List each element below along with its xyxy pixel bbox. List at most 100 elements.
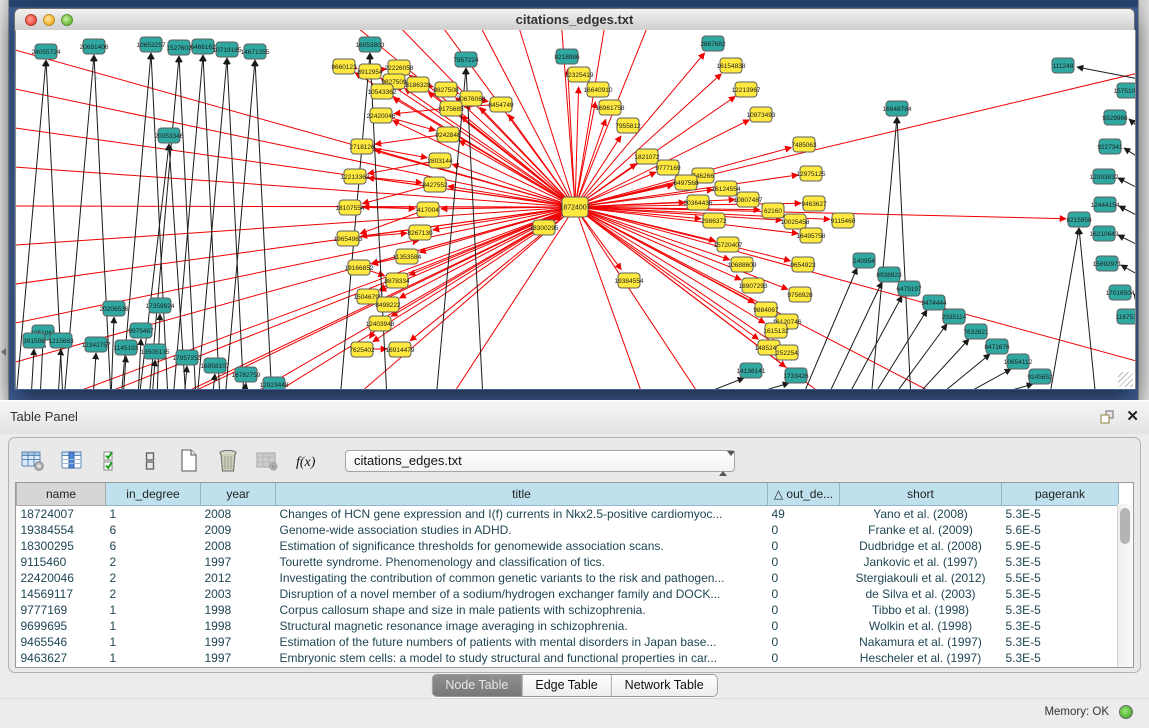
table-cell[interactable]: 2: [106, 586, 201, 602]
network-window-titlebar[interactable]: citations_edges.txt: [14, 8, 1135, 32]
table-cell[interactable]: 1: [106, 602, 201, 618]
graph-node[interactable]: 16961758: [596, 100, 625, 115]
graph-node[interactable]: 8660123: [331, 59, 357, 74]
table-cell[interactable]: 5.3E-5: [1002, 634, 1119, 650]
graph-node[interactable]: 1527602: [166, 40, 192, 55]
graph-node[interactable]: 12093832: [1090, 169, 1119, 184]
table-cell[interactable]: 9777169: [17, 602, 106, 618]
table-cell[interactable]: 0: [768, 618, 840, 634]
table-row[interactable]: 946554611997Estimation of the future num…: [17, 634, 1119, 650]
table-scrollbar[interactable]: [1117, 504, 1133, 667]
graph-node[interactable]: 8878334: [384, 273, 410, 288]
delete-table-icon[interactable]: [253, 447, 281, 475]
table-cell[interactable]: 2009: [201, 522, 276, 538]
table-cell[interactable]: Jankovic et al. (1997): [840, 554, 1002, 570]
table-cell[interactable]: 9699695: [17, 618, 106, 634]
graph-node[interactable]: 12444154: [1091, 197, 1120, 212]
graph-node[interactable]: 9245652: [1027, 369, 1053, 384]
resize-grip[interactable]: [1118, 372, 1133, 387]
table-select-dropdown[interactable]: citations_edges.txt: [345, 450, 735, 472]
table-cell[interactable]: 9463627: [17, 650, 106, 666]
graph-node[interactable]: 11353584: [393, 249, 422, 264]
row-check-icon[interactable]: [97, 447, 125, 475]
table-cell[interactable]: 2: [106, 570, 201, 586]
graph-node[interactable]: 10653257: [137, 37, 166, 52]
graph-node[interactable]: 8471676: [984, 339, 1010, 354]
graph-node[interactable]: 16210643: [1090, 226, 1119, 241]
table-cell[interactable]: 0: [768, 570, 840, 586]
graph-node[interactable]: 62160: [762, 203, 784, 218]
table-cell[interactable]: 1998: [201, 618, 276, 634]
table-cell[interactable]: de Silva et al. (2003): [840, 586, 1002, 602]
table-cell[interactable]: Dudbridge et al. (2008): [840, 538, 1002, 554]
graph-node[interactable]: 12325419: [565, 67, 594, 82]
graph-node[interactable]: 13505135: [141, 344, 170, 359]
table-cell[interactable]: 1: [106, 634, 201, 650]
table-cell[interactable]: 0: [768, 650, 840, 666]
minimize-window-icon[interactable]: [43, 14, 55, 26]
table-cell[interactable]: 1997: [201, 634, 276, 650]
table-cell[interactable]: 1: [106, 618, 201, 634]
table-cell[interactable]: 2008: [201, 538, 276, 554]
table-cell[interactable]: 18300295: [17, 538, 106, 554]
table-cell[interactable]: 2012: [201, 570, 276, 586]
graph-node[interactable]: 10654112: [1004, 354, 1033, 369]
graph-node[interactable]: 140954: [853, 253, 875, 268]
graph-node[interactable]: 391598: [23, 333, 45, 348]
graph-node[interactable]: 16914479: [386, 342, 415, 357]
graph-node[interactable]: 24055724: [32, 44, 61, 59]
graph-node[interactable]: 16154838: [717, 58, 746, 73]
close-panel-icon[interactable]: ✕: [1126, 407, 1139, 427]
graph-node[interactable]: 18907293: [739, 278, 768, 293]
graph-node[interactable]: 12975125: [797, 166, 826, 181]
table-cell[interactable]: Changes of HCN gene expression and I(f) …: [276, 506, 768, 523]
table-cell[interactable]: 0: [768, 586, 840, 602]
table-cell[interactable]: 1997: [201, 554, 276, 570]
graph-node[interactable]: 17016504: [1106, 285, 1135, 300]
graph-node[interactable]: 19654963: [334, 231, 363, 246]
table-cell[interactable]: Corpus callosum shape and size in male p…: [276, 602, 768, 618]
table-cell[interactable]: 5.9E-5: [1002, 538, 1119, 554]
table-cell[interactable]: Estimation of the future numbers of pati…: [276, 634, 768, 650]
network-canvas[interactable]: 8660123891295422226058982750910543362818…: [15, 30, 1136, 389]
float-panel-icon[interactable]: [1099, 409, 1115, 425]
table-cell[interactable]: 9115460: [17, 554, 106, 570]
graph-node[interactable]: 2803144: [427, 153, 453, 168]
graph-node[interactable]: 19166852: [345, 260, 374, 275]
table-cell[interactable]: 5.3E-5: [1002, 602, 1119, 618]
graph-node[interactable]: 2935114: [942, 309, 967, 324]
graph-node[interactable]: 111248: [1052, 58, 1074, 73]
graph-node[interactable]: 9463627: [801, 196, 827, 211]
graph-node[interactable]: 9884067: [753, 302, 779, 317]
table-cell[interactable]: 5.3E-5: [1002, 506, 1119, 523]
table-cell[interactable]: Franke et al. (2009): [840, 522, 1002, 538]
rows-icon[interactable]: [136, 447, 164, 475]
table-row[interactable]: 911546021997Tourette syndrome. Phenomeno…: [17, 554, 1119, 570]
graph-node[interactable]: 17359924: [146, 298, 175, 313]
graph-node[interactable]: 9227341: [1097, 139, 1123, 154]
table-row[interactable]: 1830029562008Estimation of significance …: [17, 538, 1119, 554]
graph-node[interactable]: 16640910: [584, 82, 613, 97]
graph-node[interactable]: 10807487: [734, 192, 763, 207]
table-cell[interactable]: Wolkin et al. (1998): [840, 618, 1002, 634]
graph-node[interactable]: 16124554: [712, 181, 741, 196]
graph-node[interactable]: 20206536: [100, 301, 129, 316]
table-cell[interactable]: Nakamura et al. (1997): [840, 634, 1002, 650]
graph-node[interactable]: 7632621: [963, 324, 989, 339]
table-cell[interactable]: 2: [106, 554, 201, 570]
graph-node[interactable]: 10688609: [728, 257, 757, 272]
column-header-out_de[interactable]: △ out_de...: [768, 483, 840, 506]
column-header-title[interactable]: title: [276, 483, 768, 506]
graph-node[interactable]: 20691406: [80, 39, 109, 54]
graph-node[interactable]: 6479197: [896, 281, 922, 296]
graph-node[interactable]: 9242848: [435, 127, 461, 142]
graph-node[interactable]: 9329966: [1102, 110, 1128, 125]
table-cell[interactable]: 2003: [201, 586, 276, 602]
column-header-name[interactable]: name: [17, 483, 106, 506]
table-cell[interactable]: 5.3E-5: [1002, 650, 1119, 666]
table-cell[interactable]: 5.3E-5: [1002, 618, 1119, 634]
graph-node[interactable]: 16495758: [797, 228, 826, 243]
graph-node[interactable]: 9474444: [921, 295, 947, 310]
table-cell[interactable]: 14569117: [17, 586, 106, 602]
graph-node[interactable]: 12213363: [341, 169, 370, 184]
